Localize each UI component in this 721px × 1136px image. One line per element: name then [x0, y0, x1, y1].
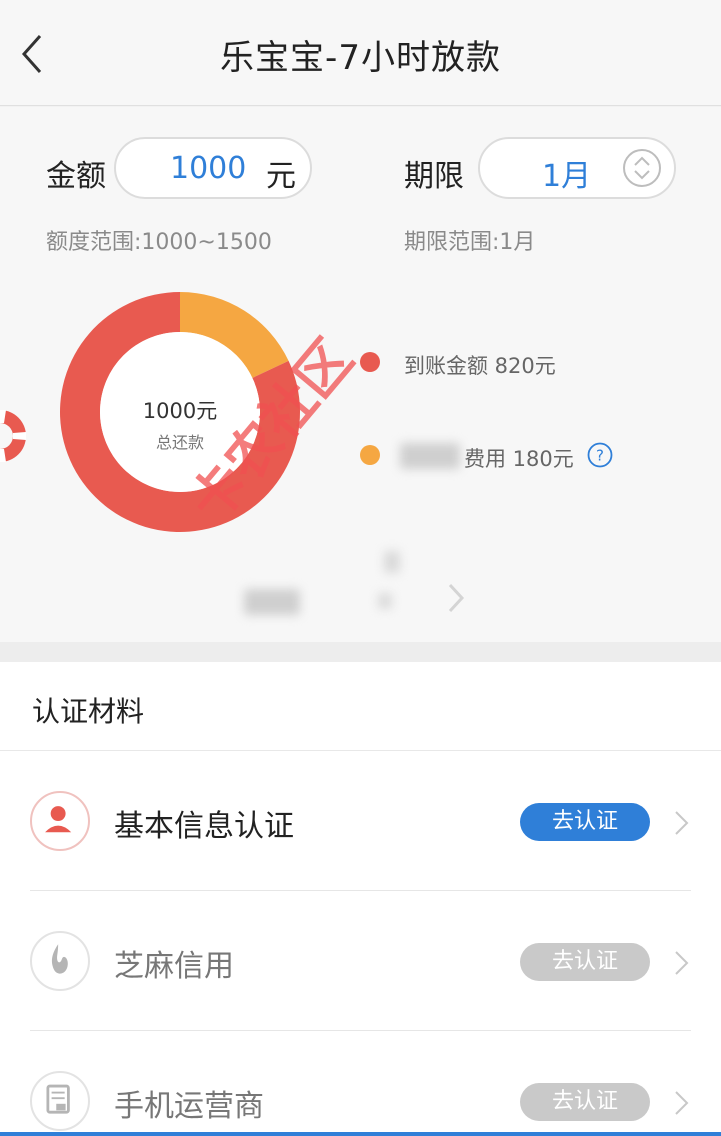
- term-range-text: 期限范围:1月: [404, 230, 536, 255]
- verify-row-mobile-carrier[interactable]: 手机运营商 去认证: [0, 1031, 721, 1136]
- legend-fee: 费用 180元: [464, 447, 574, 471]
- section-divider: [0, 642, 721, 662]
- verify-row-basic-info[interactable]: 基本信息认证 去认证: [0, 751, 721, 891]
- amount-range-text: 额度范围:1000~1500: [46, 230, 272, 255]
- loan-page: 乐宝宝-7小时放款 金额 1000 元 期限 1月 额度范围:1000~1500…: [0, 0, 721, 1136]
- page-title: 乐宝宝-7小时放款: [220, 38, 501, 78]
- amount-value: 1000: [170, 151, 247, 186]
- blurred-text: [378, 593, 392, 609]
- amount-unit: 元: [266, 159, 296, 194]
- chevron-right-icon: [675, 811, 689, 835]
- question-help-icon[interactable]: ?: [587, 442, 613, 468]
- legend-dot-fee: [360, 445, 380, 465]
- verify-button[interactable]: 去认证: [520, 943, 650, 981]
- term-label: 期限: [404, 159, 464, 194]
- top-nav-bar: 乐宝宝-7小时放款: [0, 0, 721, 106]
- verify-row-label: 基本信息认证: [114, 809, 294, 844]
- blurred-chevron-icon: [448, 583, 465, 613]
- bottom-accent-bar: [0, 1132, 721, 1136]
- verify-button[interactable]: 去认证: [520, 803, 650, 841]
- chevron-right-icon: [675, 1091, 689, 1115]
- verify-row-label: 芝麻信用: [114, 949, 234, 984]
- user-icon: [30, 791, 90, 851]
- chevron-right-icon: [675, 951, 689, 975]
- term-value: 1月: [542, 159, 592, 194]
- verify-row-sesame-credit[interactable]: 芝麻信用 去认证: [0, 891, 721, 1031]
- verify-row-label: 手机运营商: [114, 1089, 264, 1124]
- svg-text:?: ?: [596, 447, 604, 465]
- blurred-text: [400, 443, 460, 469]
- phone-card-icon: [30, 1071, 90, 1131]
- sesame-icon: [30, 931, 90, 991]
- verification-section: 认证材料 基本信息认证 去认证 芝麻信用 去认证 手机运营商 去认证: [0, 662, 721, 1136]
- amount-label: 金额: [46, 159, 106, 194]
- verify-button[interactable]: 去认证: [520, 1083, 650, 1121]
- lifebuoy-icon[interactable]: [0, 404, 42, 468]
- blurred-text: [244, 589, 300, 615]
- blurred-text: [384, 551, 400, 573]
- up-down-spinner-icon[interactable]: [622, 148, 662, 188]
- verification-title: 认证材料: [32, 695, 145, 728]
